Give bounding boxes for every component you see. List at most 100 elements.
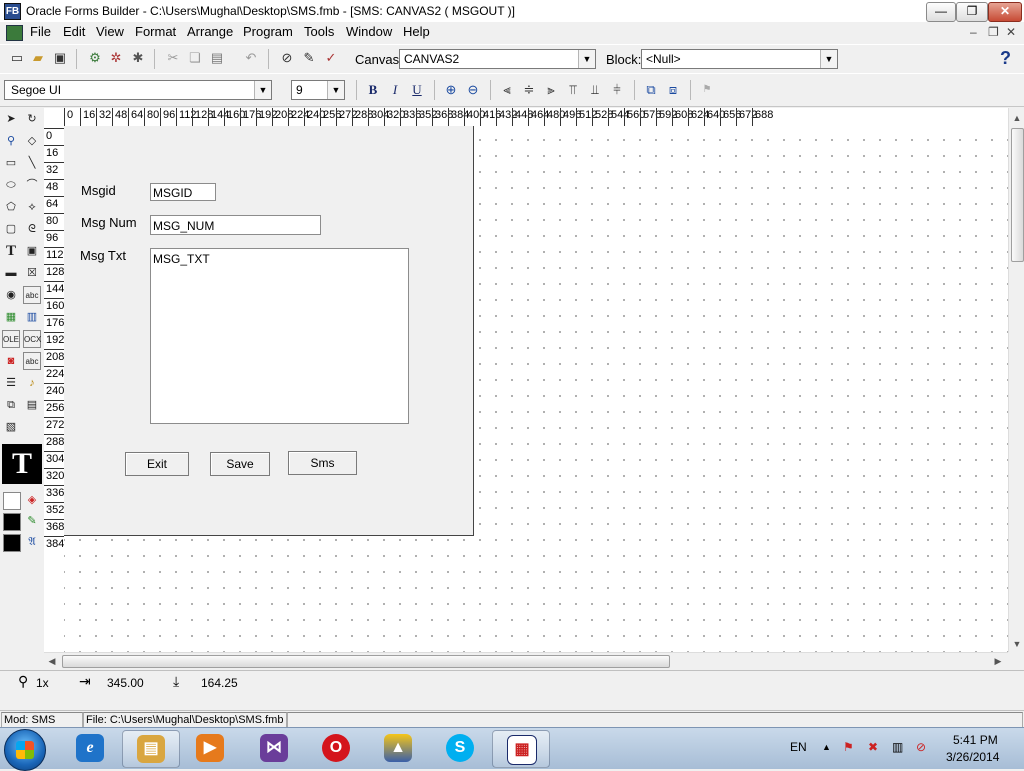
language-indicator[interactable]: EN (790, 740, 807, 754)
align-right-icon[interactable]: ⫸ (542, 81, 560, 99)
font-size-select[interactable]: 9 ▼ (291, 80, 345, 100)
menu-file[interactable]: File (30, 24, 51, 39)
align-top-icon[interactable]: ⫪ (564, 81, 582, 99)
menu-arrange[interactable]: Arrange (187, 24, 233, 39)
checkbox-tool-icon[interactable]: ☒ (23, 264, 41, 282)
save-button[interactable]: Save (210, 452, 270, 476)
freehand-tool-icon[interactable]: ᘓ (23, 220, 41, 238)
chart-tool-icon[interactable]: ▥ (23, 308, 41, 326)
fill-color-swatch[interactable] (3, 492, 21, 510)
menu-tools[interactable]: Tools (304, 24, 334, 39)
msgid-item[interactable]: MSGID (150, 183, 216, 201)
image-tool-icon[interactable]: ▦ (2, 308, 20, 326)
oracle-forms-app-icon[interactable]: FB (4, 3, 21, 20)
flag-icon[interactable]: ⚑ (698, 81, 716, 99)
magnify-tool-icon[interactable]: ⚲ (2, 132, 20, 150)
open-icon[interactable]: ▰ (29, 49, 47, 67)
edit-icon[interactable]: ⊘ (278, 49, 296, 67)
list-item-tool-icon[interactable]: ☰ (2, 374, 20, 392)
text-color-icon[interactable]: 𝔄 (23, 533, 41, 551)
line-color-swatch[interactable] (3, 513, 21, 531)
button-tool-icon[interactable]: ▬ (2, 264, 20, 282)
align-bottom-icon[interactable]: ⫩ (608, 81, 626, 99)
taskbar-media-player[interactable]: ▶ (182, 730, 238, 766)
save-icon[interactable]: ▣ (51, 49, 69, 67)
menu-window[interactable]: Window (346, 24, 392, 39)
show-hidden-icons-button[interactable]: ▲ (822, 742, 831, 752)
polygon-tool-icon[interactable]: ⬠ (2, 198, 20, 216)
undo-icon[interactable]: ↶ (242, 49, 260, 67)
menu-format[interactable]: Format (135, 24, 176, 39)
mdi-close-button[interactable]: ✕ (1006, 25, 1016, 39)
chevron-down-icon[interactable]: ▼ (327, 81, 344, 99)
radio-tool-icon[interactable]: ◉ (2, 286, 20, 304)
ellipse-tool-icon[interactable]: ⬭ (2, 176, 20, 194)
rectangle-tool-icon[interactable]: ▭ (2, 154, 20, 172)
text-item-tool-icon[interactable]: abc (23, 286, 41, 304)
display-text-tool-icon[interactable]: abc (23, 352, 41, 370)
send-to-back-icon[interactable]: ⧈ (664, 81, 682, 99)
fill-color-icon[interactable]: ◈ (23, 491, 41, 509)
bold-button[interactable]: B (364, 81, 382, 99)
title-bar[interactable]: FB Oracle Forms Builder - C:\Users\Mugha… (0, 0, 1024, 23)
help-icon[interactable]: ? (1000, 48, 1011, 69)
mdi-minimize-button[interactable]: – (970, 25, 977, 39)
scroll-left-icon[interactable]: ◀ (44, 653, 60, 669)
start-button[interactable] (4, 729, 46, 771)
bring-to-front-icon[interactable]: ⧉ (642, 81, 660, 99)
scroll-down-icon[interactable]: ▼ (1009, 636, 1024, 652)
vertical-scroll-thumb[interactable] (1011, 128, 1024, 262)
italic-button[interactable]: I (386, 81, 404, 99)
clock-time[interactable]: 5:41 PM (953, 733, 998, 747)
new-icon[interactable]: ▭ (8, 49, 26, 67)
minimize-button[interactable]: — (926, 2, 956, 22)
block-select[interactable]: <Null> ▼ (641, 49, 838, 69)
zoom-in-icon[interactable]: ⊕ (442, 81, 460, 99)
action-center-icon[interactable]: ⚑ (843, 740, 854, 754)
taskbar-skype[interactable]: S (432, 730, 488, 766)
chart-wizard-icon[interactable]: ✓ (322, 49, 340, 67)
copy-icon[interactable]: ❏ (186, 49, 204, 67)
menu-help[interactable]: Help (403, 24, 430, 39)
debug-icon[interactable]: ✱ (129, 49, 147, 67)
sms-button[interactable]: Sms (288, 451, 357, 475)
menu-edit[interactable]: Edit (63, 24, 85, 39)
volume-muted-icon[interactable]: ⊘ (916, 740, 926, 754)
canvas-select[interactable]: CANVAS2 ▼ (399, 49, 596, 69)
rounded-rect-tool-icon[interactable]: ▢ (2, 220, 20, 238)
frame-tool-icon[interactable]: ▣ (23, 242, 41, 260)
cut-icon[interactable]: ✂ (164, 49, 182, 67)
reshape-tool-icon[interactable]: ◇ (23, 132, 41, 150)
run-form-icon[interactable]: ⚙ (86, 49, 104, 67)
compile-icon[interactable]: ✲ (107, 49, 125, 67)
vertical-scrollbar[interactable]: ▲ ▼ (1008, 108, 1024, 652)
taskbar-opera[interactable]: O (308, 730, 364, 766)
arc-tool-icon[interactable]: ⌒ (23, 176, 41, 194)
chevron-down-icon[interactable]: ▼ (254, 81, 271, 99)
horizontal-scrollbar[interactable]: ◀ ▶ (44, 652, 1008, 669)
font-select[interactable]: Segoe UI ▼ (4, 80, 272, 100)
horizontal-scroll-thumb[interactable] (62, 655, 670, 668)
taskbar-forms-builder[interactable]: ▦ (492, 730, 550, 768)
text-color-swatch[interactable] (3, 534, 21, 552)
mdi-restore-button[interactable]: ❐ (988, 25, 999, 39)
align-middle-icon[interactable]: ⫫ (586, 81, 604, 99)
msg-txt-item[interactable]: MSG_TXT (150, 248, 409, 424)
scroll-up-icon[interactable]: ▲ (1009, 110, 1024, 126)
taskbar-oracle-installer[interactable]: ▲ (370, 730, 426, 766)
underline-button[interactable]: U (408, 81, 426, 99)
exit-button[interactable]: Exit (125, 452, 189, 476)
scroll-right-icon[interactable]: ▶ (990, 653, 1006, 669)
select-tool-icon[interactable]: ➤ (2, 110, 20, 128)
taskbar-file-explorer[interactable]: ▤ (122, 730, 180, 768)
pen-icon[interactable]: ✎ (300, 49, 318, 67)
tab-canvas-tool-icon[interactable]: ⧉ (2, 396, 20, 414)
maximize-button[interactable]: ❐ (956, 2, 988, 22)
display-item-tool-icon[interactable]: ◙ (2, 352, 20, 370)
align-left-icon[interactable]: ⫷ (498, 81, 516, 99)
ole-tool-icon[interactable]: OLE (2, 330, 20, 348)
canvas2[interactable]: Msgid MSGID Msg Num MSG_NUM Msg Txt MSG_… (64, 126, 474, 536)
taskbar-visual-studio[interactable]: ⋈ (246, 730, 302, 766)
msg-num-item[interactable]: MSG_NUM (150, 215, 321, 235)
security-alert-icon[interactable]: ✖ (868, 740, 878, 754)
